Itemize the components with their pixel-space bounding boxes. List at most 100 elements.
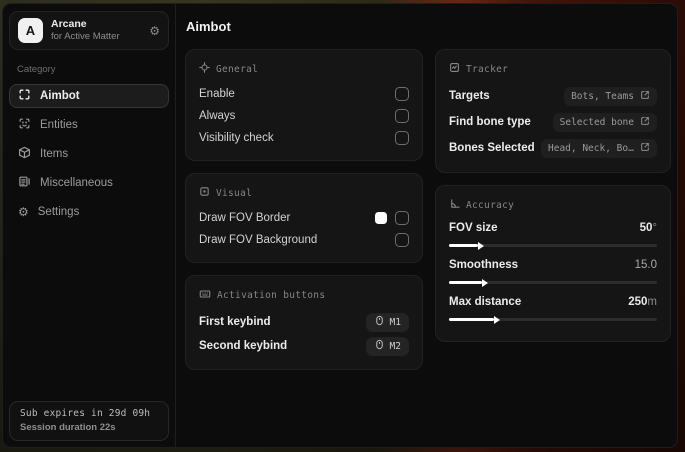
select-icon xyxy=(640,142,650,155)
sidebar-item-items[interactable]: Items xyxy=(9,142,169,166)
targets-dropdown[interactable]: Bots, Teams xyxy=(564,86,657,106)
find-bone-type-dropdown[interactable]: Selected bone xyxy=(552,112,657,132)
slider-fill xyxy=(449,315,500,324)
sidebar-item-label: Settings xyxy=(37,205,80,218)
tracker-card: Tracker Targets Bots, Teams Find bone ty… xyxy=(435,49,671,173)
setting-label: Max distance xyxy=(449,296,522,308)
accuracy-section-header: Accuracy xyxy=(449,198,657,212)
sidebar-item-label: Miscellaneous xyxy=(40,176,113,189)
session-duration-text: Session duration 22s xyxy=(20,422,116,433)
keybind-value: M2 xyxy=(389,340,401,352)
first-keybind-button[interactable]: M1 xyxy=(365,312,409,332)
second-keybind-button[interactable]: M2 xyxy=(365,336,409,356)
draw-fov-border-checkbox[interactable] xyxy=(395,211,409,225)
setting-label: First keybind xyxy=(199,316,271,328)
keyboard-icon xyxy=(199,288,211,303)
section-title: Visual xyxy=(216,187,253,199)
category-label: Category xyxy=(17,64,56,75)
setting-row-second-keybind: Second keybind M2 xyxy=(199,334,409,358)
crosshair-icon xyxy=(199,62,210,76)
setting-label: Draw FOV Border xyxy=(199,212,291,224)
section-title: Accuracy xyxy=(466,199,515,211)
slider-value: 50° xyxy=(639,222,657,234)
mouse-icon xyxy=(374,339,385,353)
section-title: Activation buttons xyxy=(217,290,326,301)
setting-row-draw-fov-background: Draw FOV Background xyxy=(199,229,409,251)
setting-label: Draw FOV Background xyxy=(199,234,318,246)
mouse-icon xyxy=(374,315,385,329)
slider-value: 15.0 xyxy=(634,259,657,271)
sub-expiry-text: Sub expires in 29d 09h xyxy=(20,408,151,419)
dropdown-value: Selected bone xyxy=(559,116,634,128)
gear-icon[interactable]: ⚙ xyxy=(149,24,160,38)
activation-section-header: Activation buttons xyxy=(199,288,409,303)
select-icon xyxy=(640,90,650,103)
sidebar-item-aimbot[interactable]: Aimbot xyxy=(9,83,169,108)
list-panel-icon xyxy=(18,175,31,191)
smoothness-slider-group: Smoothness 15.0 xyxy=(449,256,657,287)
section-title: General xyxy=(216,63,259,75)
visibility-check-checkbox[interactable] xyxy=(395,131,409,145)
viewfinder-icon xyxy=(18,88,31,104)
sidebar-item-label: Items xyxy=(40,147,69,160)
setting-row-targets: Targets Bots, Teams xyxy=(449,83,657,109)
accuracy-card: Accuracy FOV size 50° Smoothness 15.0 Ma… xyxy=(435,185,671,342)
setting-row-find-bone-type: Find bone type Selected bone xyxy=(449,109,657,135)
dropdown-value: Head, Neck, Body, Pe… xyxy=(548,142,634,154)
app-subtitle: for Active Matter xyxy=(51,31,120,43)
page-title: Aimbot xyxy=(186,19,231,34)
cube-icon xyxy=(18,146,31,162)
angle-icon xyxy=(449,198,460,212)
setting-label: Bones Selected xyxy=(449,142,535,154)
menu-window: A Arcane for Active Matter ⚙ Category Ai… xyxy=(2,3,678,448)
max-distance-slider-group: Max distance 250m xyxy=(449,293,657,324)
slider-value: 250m xyxy=(628,296,657,308)
setting-row-enable: Enable xyxy=(199,83,409,105)
fov-size-slider-group: FOV size 50° xyxy=(449,219,657,250)
keybind-value: M1 xyxy=(389,316,401,328)
setting-row-draw-fov-border: Draw FOV Border xyxy=(199,207,409,229)
tracker-section-header: Tracker xyxy=(449,62,657,76)
square-dot-icon xyxy=(199,186,210,200)
setting-label: Enable xyxy=(199,88,235,100)
draw-fov-background-checkbox[interactable] xyxy=(395,233,409,247)
setting-label: Find bone type xyxy=(449,116,531,128)
gear-icon: ⚙ xyxy=(18,204,29,219)
setting-label: Always xyxy=(199,110,236,122)
sidebar-item-miscellaneous[interactable]: Miscellaneous xyxy=(9,171,169,195)
enable-checkbox[interactable] xyxy=(395,87,409,101)
scan-face-icon xyxy=(18,117,31,133)
setting-row-bones-selected: Bones Selected Head, Neck, Body, Pe… xyxy=(449,135,657,161)
smoothness-slider[interactable] xyxy=(449,278,657,287)
fov-border-color-swatch[interactable] xyxy=(375,212,387,224)
sidebar: A Arcane for Active Matter ⚙ Category Ai… xyxy=(3,4,176,447)
section-title: Tracker xyxy=(466,63,509,75)
activation-buttons-card: Activation buttons First keybind M1 Seco… xyxy=(185,275,423,370)
setting-label: Visibility check xyxy=(199,132,274,144)
setting-label: FOV size xyxy=(449,222,498,234)
tracker-icon xyxy=(449,62,460,76)
setting-label: Targets xyxy=(449,90,490,102)
sidebar-item-label: Entities xyxy=(40,118,78,131)
sidebar-item-entities[interactable]: Entities xyxy=(9,113,169,137)
setting-label: Smoothness xyxy=(449,259,519,271)
setting-row-first-keybind: First keybind M1 xyxy=(199,310,409,334)
setting-row-always: Always xyxy=(199,105,409,127)
category-nav: Aimbot Entities Items Miscellaneous ⚙ Se… xyxy=(9,81,169,226)
visual-section-header: Visual xyxy=(199,186,409,200)
setting-label: Second keybind xyxy=(199,340,288,352)
always-checkbox[interactable] xyxy=(395,109,409,123)
slider-fill xyxy=(449,241,485,250)
setting-row-visibility-check: Visibility check xyxy=(199,127,409,149)
app-header-card: A Arcane for Active Matter ⚙ xyxy=(9,11,169,50)
slider-fill xyxy=(449,278,489,287)
fov-size-slider[interactable] xyxy=(449,241,657,250)
app-logo: A xyxy=(18,18,43,43)
app-name: Arcane xyxy=(51,18,87,30)
sidebar-item-settings[interactable]: ⚙ Settings xyxy=(9,200,169,224)
bones-selected-dropdown[interactable]: Head, Neck, Body, Pe… xyxy=(541,138,657,158)
app-meta: Arcane for Active Matter xyxy=(51,18,120,43)
general-section-header: General xyxy=(199,62,409,76)
general-card: General Enable Always Visibility check xyxy=(185,49,423,161)
max-distance-slider[interactable] xyxy=(449,315,657,324)
